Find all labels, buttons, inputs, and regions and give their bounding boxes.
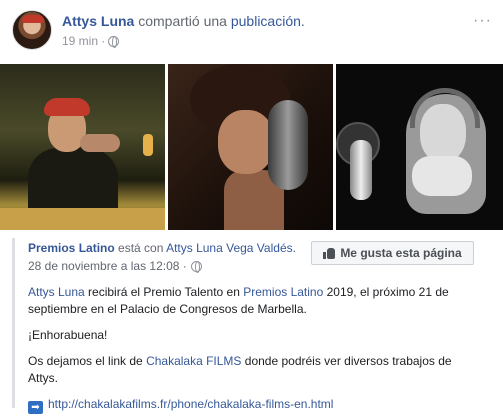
photo-hands [412, 156, 472, 196]
shared-date[interactable]: 28 de noviembre a las 12:08 · [28, 259, 187, 273]
right-arrow-icon: ➡ [28, 401, 43, 414]
share-verb: compartió una [138, 13, 227, 29]
shared-headline: Premios Latino está con Attys Luna Vega … [28, 241, 296, 255]
photo-headphones [410, 88, 480, 128]
chakalaka-films-link[interactable]: Chakalaka FILMS [146, 354, 241, 368]
body-paragraph-2: ¡Enhorabuena! [28, 328, 108, 342]
photo-table [0, 208, 165, 230]
shared-meta: 28 de noviembre a las 12:08 · [28, 259, 202, 273]
body-paragraph-1: Attys Luna recibirá el Premio Talento en… [28, 284, 478, 318]
photo-lamp [143, 134, 153, 156]
photo-microphone [350, 140, 372, 200]
tagged-person-link[interactable]: Attys Luna Vega Valdés. [166, 241, 296, 255]
globe-icon [190, 260, 202, 273]
thumbs-up-icon [323, 247, 336, 259]
more-options-icon[interactable]: ··· [473, 12, 492, 30]
premios-latino-link[interactable]: Premios Latino [243, 285, 323, 299]
shared-page-link[interactable]: Premios Latino [28, 241, 115, 255]
photo-grid [0, 64, 503, 230]
body-text: recibirá el Premio Talento en [84, 285, 244, 299]
shared-body: Attys Luna recibirá el Premio Talento en… [28, 284, 478, 418]
body-paragraph-4: ➡ http://chakalakafilms.fr/phone/chakalak… [28, 396, 478, 414]
attys-luna-link[interactable]: Attys Luna [28, 285, 85, 299]
like-page-label: Me gusta esta página [340, 246, 462, 260]
photo-face [218, 110, 274, 174]
shared-post: Premios Latino está con Attys Luna Vega … [12, 238, 482, 414]
post-header: Attys Luna compartió una publicación. 19… [12, 10, 492, 54]
body-paragraph-3: Os dejamos el link de Chakalaka FILMS do… [28, 353, 478, 387]
photo-2[interactable] [168, 64, 333, 230]
publication-link[interactable]: publicación. [231, 13, 305, 29]
post-card: Attys Luna compartió una publicación. 19… [0, 0, 503, 418]
photo-microphone [268, 100, 308, 190]
body-text: Os dejamos el link de [28, 354, 147, 368]
post-headline: Attys Luna compartió una publicación. [62, 13, 305, 29]
actor-name-link[interactable]: Attys Luna [62, 13, 134, 29]
photo-3[interactable] [336, 64, 503, 230]
with-text: está con [118, 241, 164, 255]
post-timestamp[interactable]: 19 min · [62, 34, 105, 48]
photo-hands [80, 134, 120, 152]
like-page-button[interactable]: Me gusta esta página [311, 241, 474, 265]
external-url-link[interactable]: http://chakalakafilms.fr/phone/chakalaka… [48, 397, 333, 411]
photo-1[interactable] [0, 64, 165, 230]
post-meta: 19 min · [62, 34, 120, 48]
photo-headband [44, 98, 90, 116]
avatar[interactable] [12, 10, 52, 50]
globe-icon [108, 35, 120, 48]
